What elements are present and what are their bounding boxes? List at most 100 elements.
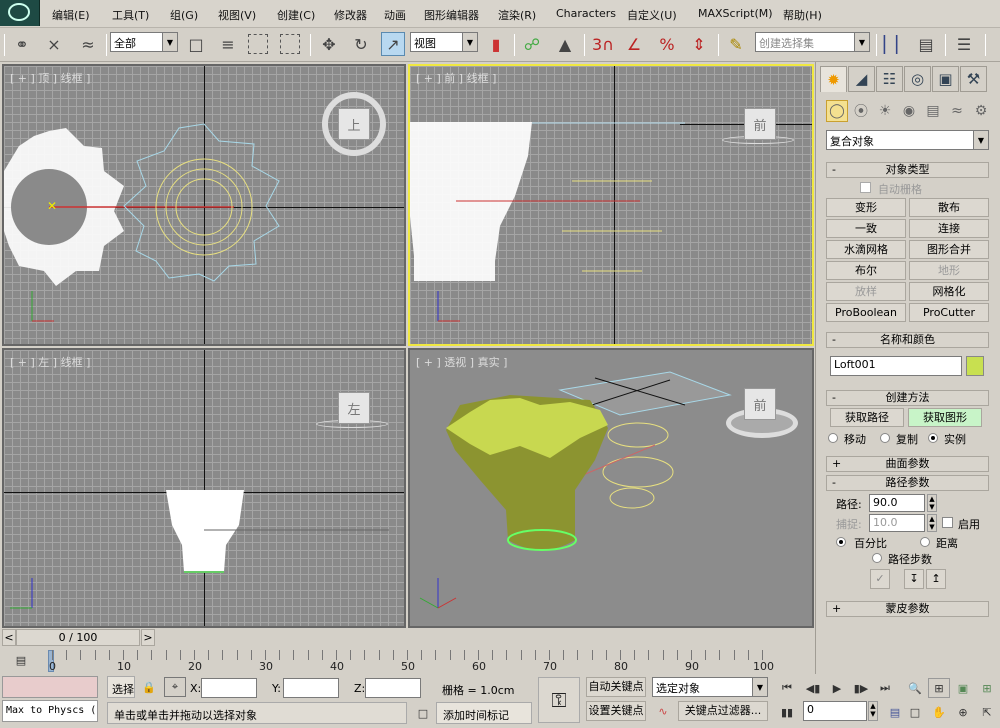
copy-radio[interactable] xyxy=(880,433,890,443)
rotate-icon[interactable]: ↻ xyxy=(349,32,373,56)
terrain-button[interactable]: 地形 xyxy=(909,261,989,280)
get-path-button[interactable]: 获取路径 xyxy=(830,408,904,427)
path-spinner[interactable]: ▲ ▼ xyxy=(927,494,937,512)
key-mode-dropdown[interactable]: 选定对象 xyxy=(652,677,752,697)
viewcube[interactable]: 上 xyxy=(338,108,370,140)
object-color-swatch[interactable] xyxy=(966,356,984,376)
maxscript-listener-pink[interactable] xyxy=(2,676,98,698)
selection-filter-dropdown[interactable]: 全部 xyxy=(110,32,164,52)
connect-button[interactable]: 连接 xyxy=(909,219,989,238)
path-value-input[interactable]: 90.0 xyxy=(869,494,925,512)
object-category-dropdown[interactable]: 复合对象 xyxy=(826,130,974,150)
procutter-button[interactable]: ProCutter xyxy=(909,303,989,322)
morph-button[interactable]: 变形 xyxy=(826,198,906,217)
move-radio[interactable] xyxy=(828,433,838,443)
get-shape-button[interactable]: 获取图形 xyxy=(908,408,982,427)
tab-create[interactable]: ✹ xyxy=(820,66,847,92)
current-frame-input[interactable]: 0 xyxy=(803,701,867,721)
menu-help[interactable]: 帮助(H) xyxy=(783,7,822,23)
key-icon[interactable]: ⚿ xyxy=(538,677,580,723)
pan-icon[interactable]: ✋ xyxy=(928,702,950,722)
tab-motion[interactable]: ◎ xyxy=(904,66,931,92)
conform-button[interactable]: 一致 xyxy=(826,219,906,238)
orbit-icon[interactable]: ⊕ xyxy=(952,702,974,722)
rollout-surface-params[interactable]: + 曲面参数 xyxy=(826,456,989,472)
align-icon[interactable]: ▤ xyxy=(914,32,938,56)
tab-utilities[interactable]: ⚒ xyxy=(960,66,987,92)
viewcube[interactable]: 前 xyxy=(744,388,776,420)
zoom-all-icon[interactable]: ⊞ xyxy=(928,678,950,698)
proboolean-button[interactable]: ProBoolean xyxy=(826,303,906,322)
next-frame-icon[interactable]: ▮▶ xyxy=(850,678,872,698)
maxscript-listener-input[interactable]: Max to Physcs ( xyxy=(2,700,98,722)
rollout-path-params[interactable]: - 路径参数 xyxy=(826,475,989,491)
link-icon[interactable]: ⚭ xyxy=(10,32,34,56)
spinner-snap-icon[interactable]: ⇕ xyxy=(687,32,711,56)
systems-category-icon[interactable]: ⚙ xyxy=(970,100,992,122)
default-tangent-icon[interactable]: ∿ xyxy=(652,701,674,721)
scatter-button[interactable]: 散布 xyxy=(909,198,989,217)
rollout-skin-params[interactable]: + 蒙皮参数 xyxy=(826,601,989,617)
instance-radio[interactable] xyxy=(928,433,938,443)
menu-rendering[interactable]: 渲染(R) xyxy=(498,7,536,23)
move-icon[interactable]: ✥ xyxy=(317,32,341,56)
menu-group[interactable]: 组(G) xyxy=(170,7,198,23)
x-coord-input[interactable] xyxy=(201,678,257,698)
set-key-button[interactable]: 设置关键点 xyxy=(586,701,646,721)
viewcube[interactable]: 前 xyxy=(744,108,776,140)
menu-maxscript[interactable]: MAXScript(M) xyxy=(698,7,773,20)
snap-spinner[interactable]: ▲ ▼ xyxy=(927,514,937,532)
snap-value-input[interactable]: 10.0 xyxy=(869,514,925,532)
blobmesh-button[interactable]: 水滴网格 xyxy=(826,240,906,259)
next-shape-icon[interactable]: ↥ xyxy=(926,569,946,589)
tab-hierarchy[interactable]: ☷ xyxy=(876,66,903,92)
time-slider[interactable]: 0 / 100 xyxy=(16,629,140,646)
rectangle-region-icon[interactable] xyxy=(248,34,268,54)
lights-category-icon[interactable]: ☀ xyxy=(874,100,896,122)
mirror-icon[interactable]: ▏▏ xyxy=(884,32,909,56)
boolean-button[interactable]: 布尔 xyxy=(826,261,906,280)
shapemerge-button[interactable]: 图形合并 xyxy=(909,240,989,259)
chevron-down-icon[interactable]: ▼ xyxy=(854,32,870,52)
helpers-category-icon[interactable]: ▤ xyxy=(922,100,944,122)
zoom-extents-all-icon[interactable]: ⊞ xyxy=(976,678,998,698)
viewport-front[interactable]: [ + ] 前 ] 线框 ] 前 xyxy=(408,64,814,346)
chevron-down-icon[interactable]: ▼ xyxy=(162,32,178,52)
unlink-icon[interactable]: ⨯ xyxy=(42,32,66,56)
object-name-input[interactable]: Loft001 xyxy=(830,356,962,376)
geometry-category-icon[interactable]: ◯ xyxy=(826,100,848,122)
next-frame-button[interactable]: > xyxy=(141,629,155,646)
pivot-icon[interactable]: ▮ xyxy=(484,32,508,56)
menu-graph-editors[interactable]: 图形编辑器 xyxy=(424,7,479,23)
y-coord-input[interactable] xyxy=(283,678,339,698)
viewcube[interactable]: 左 xyxy=(338,392,370,424)
z-coord-input[interactable] xyxy=(365,678,421,698)
go-to-end-icon[interactable]: ⏭ xyxy=(874,678,896,698)
menu-views[interactable]: 视图(V) xyxy=(218,7,256,23)
time-config-icon[interactable]: ▤ xyxy=(884,702,906,722)
zoom-extents-icon[interactable]: ▣ xyxy=(952,678,974,698)
mesher-button[interactable]: 网格化 xyxy=(909,282,989,301)
loft-button[interactable]: 放样 xyxy=(826,282,906,301)
app-logo-button[interactable] xyxy=(0,0,40,26)
cameras-category-icon[interactable]: ◉ xyxy=(898,100,920,122)
viewport-perspective[interactable]: [ + ] 透视 ] 真实 ] 前 xyxy=(408,348,814,628)
menu-edit[interactable]: 编辑(E) xyxy=(52,7,90,23)
menu-customize[interactable]: 自定义(U) xyxy=(627,7,677,23)
menu-modifiers[interactable]: 修改器 xyxy=(334,7,367,23)
chevron-down-icon[interactable]: ▼ xyxy=(462,32,478,52)
keyboard-shortcut-icon[interactable]: ▲ xyxy=(553,32,577,56)
path-steps-radio[interactable] xyxy=(872,553,882,563)
percent-radio[interactable] xyxy=(836,537,846,547)
distance-radio[interactable] xyxy=(920,537,930,547)
menu-create[interactable]: 创建(C) xyxy=(277,7,315,23)
time-tag-icon[interactable]: □ xyxy=(412,703,434,723)
layer-icon[interactable]: ☰ xyxy=(952,32,976,56)
menu-tools[interactable]: 工具(T) xyxy=(112,7,149,23)
space-warps-category-icon[interactable]: ≈ xyxy=(946,100,968,122)
zoom-region-icon[interactable]: □ xyxy=(904,702,926,722)
zoom-icon[interactable]: 🔍 xyxy=(904,678,926,698)
chevron-down-icon[interactable]: ▼ xyxy=(752,677,768,697)
snap-toggle-icon[interactable]: 3∩ xyxy=(591,32,615,56)
menu-animation[interactable]: 动画 xyxy=(384,7,406,23)
